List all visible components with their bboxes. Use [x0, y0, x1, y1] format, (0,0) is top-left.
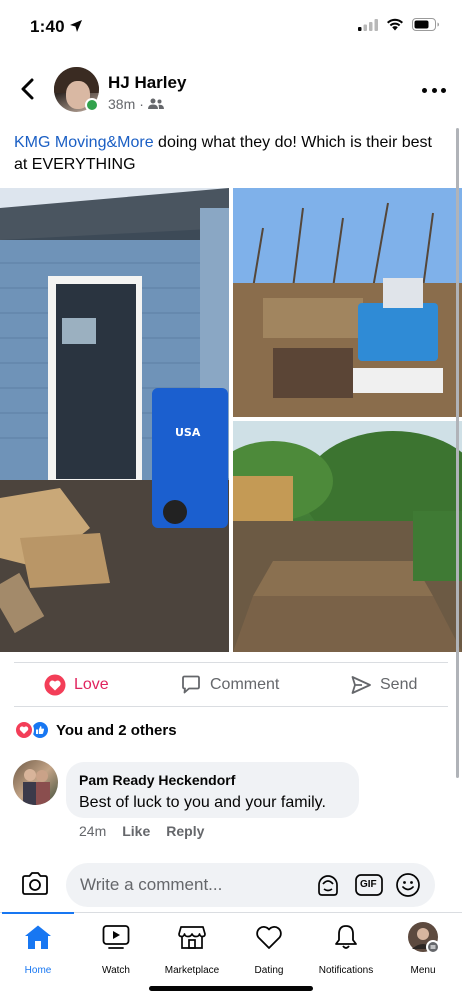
photo-yard-illustration — [233, 421, 462, 652]
heart-reaction-icon — [14, 720, 34, 740]
poster-name[interactable]: HJ Harley — [108, 73, 186, 93]
post-header: HJ Harley 38m · — [0, 64, 462, 116]
divider — [14, 662, 448, 663]
status-icons — [358, 18, 440, 31]
commenter-name[interactable]: Pam Ready Heckendorf — [79, 771, 346, 789]
divider — [14, 706, 448, 707]
bin-label: USA — [175, 426, 201, 439]
dating-icon — [256, 926, 282, 949]
reaction-icons — [14, 720, 52, 740]
photo-truck-illustration — [233, 188, 462, 417]
comment-bubble: Pam Ready Heckendorf Best of luck to you… — [66, 762, 359, 818]
comment-meta: 24m Like Reply — [79, 823, 204, 839]
emoji-icon — [396, 873, 420, 897]
photo-backyard-steps[interactable] — [233, 421, 462, 652]
reactions-text: You and 2 others — [56, 721, 177, 739]
back-button[interactable] — [14, 76, 40, 102]
tab-home[interactable]: Home — [0, 921, 78, 976]
comment-time: 24m — [79, 823, 107, 839]
post-meta: 38m · — [108, 96, 164, 112]
comment-reply-link[interactable]: Reply — [166, 823, 204, 839]
scroll-indicator[interactable] — [456, 128, 459, 778]
tab-dating[interactable]: Dating — [229, 921, 309, 976]
gif-button[interactable]: GIF — [355, 872, 383, 898]
dot-icon — [422, 87, 427, 93]
gif-label: GIF — [360, 879, 377, 890]
comment-text: Best of luck to you and your family. — [79, 794, 326, 811]
love-button[interactable]: Love — [44, 674, 109, 696]
signal-icon — [358, 18, 378, 31]
emoji-button[interactable] — [395, 872, 421, 898]
home-icon — [25, 925, 51, 949]
menu-avatar-icon — [408, 922, 439, 953]
meta-separator: · — [139, 96, 144, 112]
mention-link[interactable]: KMG Moving&More — [14, 134, 154, 151]
tab-menu[interactable]: Menu — [383, 921, 462, 976]
send-label: Send — [380, 676, 418, 693]
marketplace-icon — [178, 926, 206, 949]
send-icon — [351, 676, 371, 694]
watch-icon — [102, 925, 130, 949]
battery-icon — [412, 18, 439, 31]
comment-like-link[interactable]: Like — [122, 823, 150, 839]
dot-icon — [431, 87, 437, 93]
avatar-sticker-icon — [318, 875, 338, 896]
camera-icon — [22, 872, 48, 895]
comment-composer: GIF — [0, 860, 462, 910]
send-button[interactable]: Send — [350, 674, 417, 696]
friends-icon — [147, 98, 164, 109]
photo-shed-illustration: USA — [0, 188, 229, 652]
post-time[interactable]: 38m — [108, 96, 135, 112]
comment-icon — [182, 675, 200, 694]
tab-label: Watch — [102, 965, 130, 976]
bell-icon — [335, 925, 357, 949]
photo-truck-bed[interactable] — [233, 188, 462, 417]
love-reaction-icon — [44, 674, 66, 696]
tab-watch[interactable]: Watch — [76, 921, 156, 976]
photo-shed-door[interactable]: USA — [0, 188, 229, 652]
wifi-icon — [387, 18, 403, 31]
tab-label: Menu — [410, 965, 436, 976]
camera-button[interactable] — [20, 870, 50, 898]
tab-marketplace[interactable]: Marketplace — [152, 921, 232, 976]
home-indicator[interactable] — [149, 986, 313, 991]
more-options-button[interactable] — [422, 80, 446, 100]
post-action-row: Love Comment Send — [0, 666, 462, 706]
tab-label: Marketplace — [164, 965, 220, 976]
tab-notifications[interactable]: Notifications — [306, 921, 386, 976]
status-time: 1:40 — [30, 17, 65, 36]
comment-label: Comment — [210, 676, 280, 693]
post-text: KMG Moving&More doing what they do! Whic… — [14, 132, 444, 176]
avatar-sticker-button[interactable] — [315, 872, 341, 898]
photo-grid: USA — [0, 188, 462, 652]
status-bar: 1:40 — [0, 0, 462, 54]
reactions-summary[interactable]: You and 2 others — [14, 720, 177, 740]
location-arrow-icon — [70, 20, 82, 32]
love-label: Love — [74, 676, 109, 693]
tab-label: Notifications — [318, 965, 374, 976]
comment-button[interactable]: Comment — [180, 674, 279, 696]
chevron-left-icon — [21, 78, 34, 100]
commenter-avatar[interactable] — [13, 760, 58, 805]
tab-label: Home — [24, 965, 52, 976]
online-status-dot — [85, 98, 99, 112]
dot-icon — [441, 87, 446, 93]
active-tab-indicator — [2, 912, 74, 914]
tab-label: Dating — [254, 965, 284, 976]
